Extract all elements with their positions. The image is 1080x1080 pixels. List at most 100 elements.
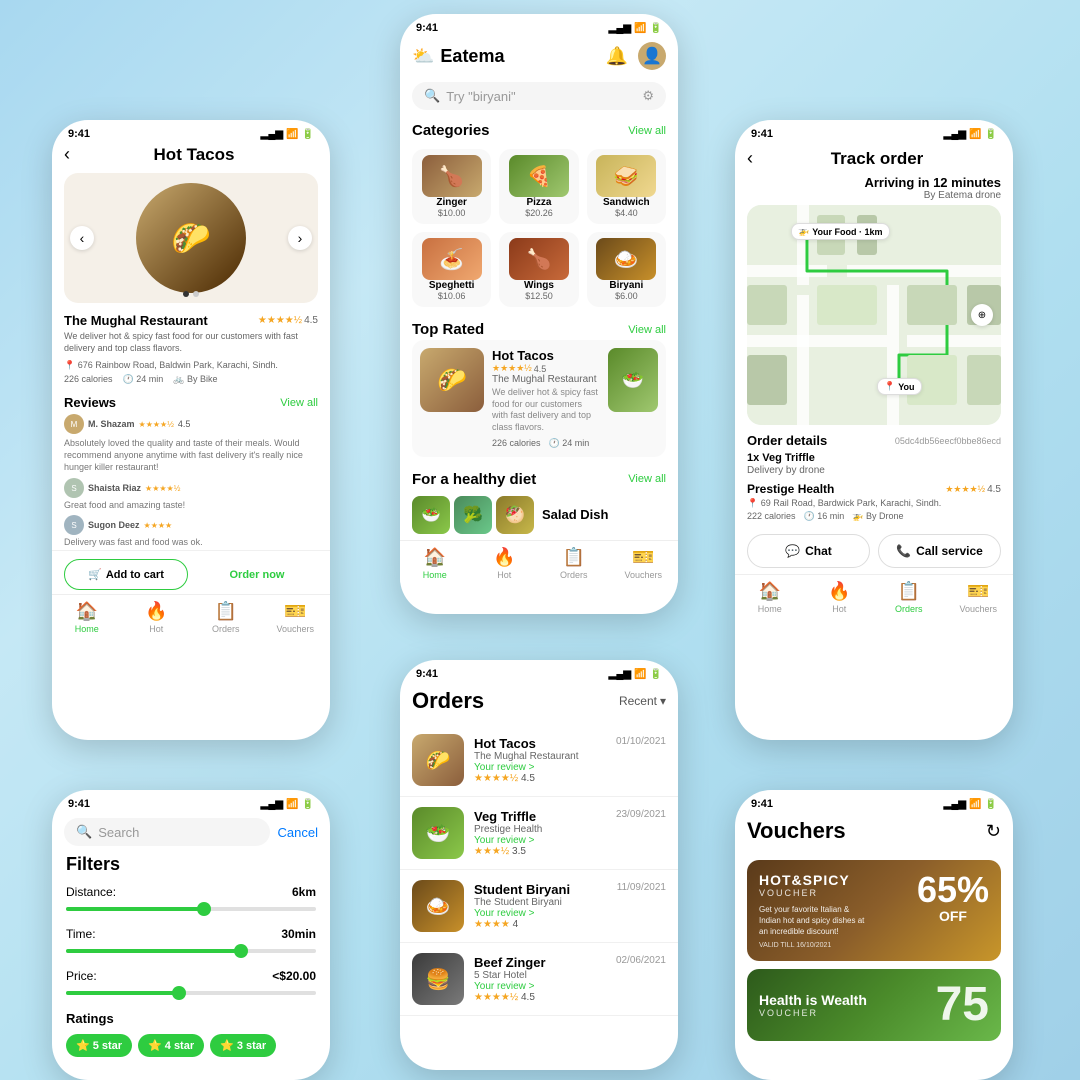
chat-call-buttons: 💬 Chat 📞 Call service — [735, 534, 1013, 574]
food-image-1: 🌮 — [136, 183, 246, 293]
search-bar-4[interactable]: 🔍 Search — [64, 818, 270, 846]
price-slider[interactable] — [66, 991, 316, 995]
review-link-1[interactable]: Your review > — [474, 762, 666, 773]
top-rated-name: Hot Tacos — [492, 348, 600, 363]
hot-icon-1: 🔥 — [145, 601, 167, 622]
carousel-next-1[interactable]: › — [288, 226, 312, 250]
map-area: 🚁 Your Food · 1km 📍 You ⊕ — [747, 205, 1001, 425]
nav-hot-3[interactable]: 🔥 Hot — [805, 581, 875, 614]
nav-hot-1[interactable]: 🔥 Hot — [122, 601, 192, 634]
order-details-title: Order details — [747, 433, 827, 448]
status-bar-4: 9:41 ▂▄▆📶🔋 — [52, 790, 330, 814]
top-rated-info: Hot Tacos ★★★★½ 4.5 The Mughal Restauran… — [492, 348, 600, 449]
nav-home-1[interactable]: 🏠 Home — [52, 601, 122, 634]
order-row-1[interactable]: 🌮 Hot Tacos 01/10/2021 The Mughal Restau… — [400, 724, 678, 797]
voucher1-sub: VOUCHER — [759, 888, 869, 898]
signal-icons-6: ▂▄▆📶🔋 — [944, 799, 997, 810]
top-rated-img: 🌮 — [420, 348, 484, 412]
review-link-4[interactable]: Your review > — [474, 981, 666, 992]
nav-home-3[interactable]: 🏠 Home — [735, 581, 805, 614]
review-link-2[interactable]: Your review > — [474, 835, 666, 846]
call-service-button[interactable]: 📞 Call service — [878, 534, 1001, 568]
categories-title: Categories — [412, 122, 490, 139]
recent-filter[interactable]: Recent ▾ — [619, 694, 666, 708]
nav-vouchers-2[interactable]: 🎫 Vouchers — [609, 547, 679, 580]
search-placeholder-4: Search — [98, 825, 139, 840]
you-marker: 📍 You — [877, 378, 922, 395]
app-name: Eatema — [440, 46, 504, 67]
reviewer-avatar-1: M — [64, 414, 84, 434]
nav-vouchers-1[interactable]: 🎫 Vouchers — [261, 601, 331, 634]
phone-home: 9:41 ▂▄▆📶🔋 ⛅ Eatema 🔔 👤 🔍 Try "biryani" … — [400, 14, 678, 614]
cat-img-wings: 🍗 — [509, 238, 569, 280]
phone-vouchers: 9:41 ▂▄▆📶🔋 Vouchers ↻ HOT&SPICY VOUCHER … — [735, 790, 1013, 1080]
order-id: 05dc4db56eecf0bbe86ecd — [895, 436, 1001, 446]
nav-home-2[interactable]: 🏠 Home — [400, 547, 470, 580]
distance-label: Distance: — [66, 885, 116, 899]
order-img-1: 🌮 — [412, 734, 464, 786]
order-row-4[interactable]: 🍔 Beef Zinger 02/06/2021 5 Star Hotel Yo… — [400, 943, 678, 1016]
nav-orders-1[interactable]: 📋 Orders — [191, 601, 261, 634]
carousel-prev-1[interactable]: ‹ — [70, 226, 94, 250]
delivery-type-text: Delivery by drone — [747, 465, 1001, 476]
search-bar-2[interactable]: 🔍 Try "biryani" ⚙ — [412, 82, 666, 110]
distance-slider[interactable] — [66, 907, 316, 911]
phone-hot-tacos: 9:41 ▂▄▆📶🔋 ‹ Hot Tacos 🌮 ‹ › The Mughal … — [52, 120, 330, 740]
cat-img-speghetti: 🍝 — [422, 238, 482, 280]
cat-wings[interactable]: 🍗 Wings $12.50 — [499, 232, 578, 307]
add-to-cart-button[interactable]: 🛒 Add to cart — [64, 559, 188, 590]
avatar-2[interactable]: 👤 — [638, 42, 666, 70]
bottom-nav-1: 🏠 Home 🔥 Hot 📋 Orders 🎫 Vouchers — [52, 594, 330, 638]
vouchers-icon-1: 🎫 — [284, 601, 306, 622]
cat-pizza[interactable]: 🍕 Pizza $20.26 — [499, 149, 578, 224]
top-rated-card[interactable]: 🌮 Hot Tacos ★★★★½ 4.5 The Mughal Restaur… — [412, 340, 666, 457]
cat-zinger[interactable]: 🍗 Zinger $10.00 — [412, 149, 491, 224]
voucher-spicy[interactable]: HOT&SPICY VOUCHER Get your favorite Ital… — [747, 860, 1001, 961]
order-img-4: 🍔 — [412, 953, 464, 1005]
review-text-2: Great food and amazing taste! — [64, 500, 318, 510]
order-row-3[interactable]: 🍛 Student Biryani 11/09/2021 The Student… — [400, 870, 678, 943]
healthy-item[interactable]: 🥗 🥦 🥙 Salad Dish — [400, 490, 678, 540]
cat-sandwich[interactable]: 🥪 Sandwich $4.40 — [587, 149, 666, 224]
review-link-3[interactable]: Your review > — [474, 908, 666, 919]
filter-icon-2[interactable]: ⚙ — [642, 88, 654, 104]
cat-speghetti[interactable]: 🍝 Speghetti $10.06 — [412, 232, 491, 307]
nav-orders-3[interactable]: 📋 Orders — [874, 581, 944, 614]
nav-orders-2[interactable]: 📋 Orders — [539, 547, 609, 580]
time-value: 30min — [281, 927, 316, 941]
signal-icons-5: ▂▄▆📶🔋 — [609, 669, 662, 680]
restaurant-stars-3: ★★★★½ — [945, 484, 985, 495]
restaurant-name-1: The Mughal Restaurant — [64, 313, 208, 328]
orders-icon-1: 📋 — [215, 601, 237, 622]
cat-biryani[interactable]: 🍛 Biryani $6.00 — [587, 232, 666, 307]
chat-button[interactable]: 💬 Chat — [747, 534, 870, 568]
nav-vouchers-3[interactable]: 🎫 Vouchers — [944, 581, 1014, 614]
order-stars-1: ★★★★½ 4.5 — [474, 773, 666, 784]
notification-icon[interactable]: 🔔 — [606, 46, 628, 67]
healthy-header: For a healthy diet View all — [400, 465, 678, 490]
calories-1: 226 calories — [64, 374, 113, 385]
healthy-view-all[interactable]: View all — [628, 473, 666, 485]
healthy-img-3: 🥙 — [496, 496, 534, 534]
vouchers-title: Vouchers — [747, 818, 846, 844]
status-bar-2: 9:41 ▂▄▆📶🔋 — [400, 14, 678, 38]
star4-btn[interactable]: ⭐ 4 star — [138, 1034, 204, 1057]
voucher2-discount: 75 — [936, 981, 989, 1029]
star5-btn[interactable]: ⭐ 5 star — [66, 1034, 132, 1057]
refresh-icon[interactable]: ↻ — [986, 821, 1001, 842]
order-row-2[interactable]: 🥗 Veg Triffle 23/09/2021 Prestige Health… — [400, 797, 678, 870]
phone-orders: 9:41 ▂▄▆📶🔋 Orders Recent ▾ 🌮 Hot Tacos 0… — [400, 660, 678, 1070]
reviews-view-all[interactable]: View all — [280, 397, 318, 409]
cancel-button-4[interactable]: Cancel — [278, 825, 318, 840]
nav-hot-2[interactable]: 🔥 Hot — [470, 547, 540, 580]
categories-view-all[interactable]: View all — [628, 125, 666, 137]
top-rated-view-all[interactable]: View all — [628, 324, 666, 336]
voucher1-off: OFF — [917, 908, 989, 924]
time-slider[interactable] — [66, 949, 316, 953]
orders-icon-3: 📋 — [898, 581, 920, 602]
restaurant-rating-3: 4.5 — [987, 484, 1001, 495]
vouchers-icon-2: 🎫 — [632, 547, 654, 568]
voucher-health[interactable]: Health is Wealth VOUCHER 75 — [747, 969, 1001, 1041]
star3-btn[interactable]: ⭐ 3 star — [210, 1034, 276, 1057]
order-now-button[interactable]: Order now — [196, 559, 318, 590]
